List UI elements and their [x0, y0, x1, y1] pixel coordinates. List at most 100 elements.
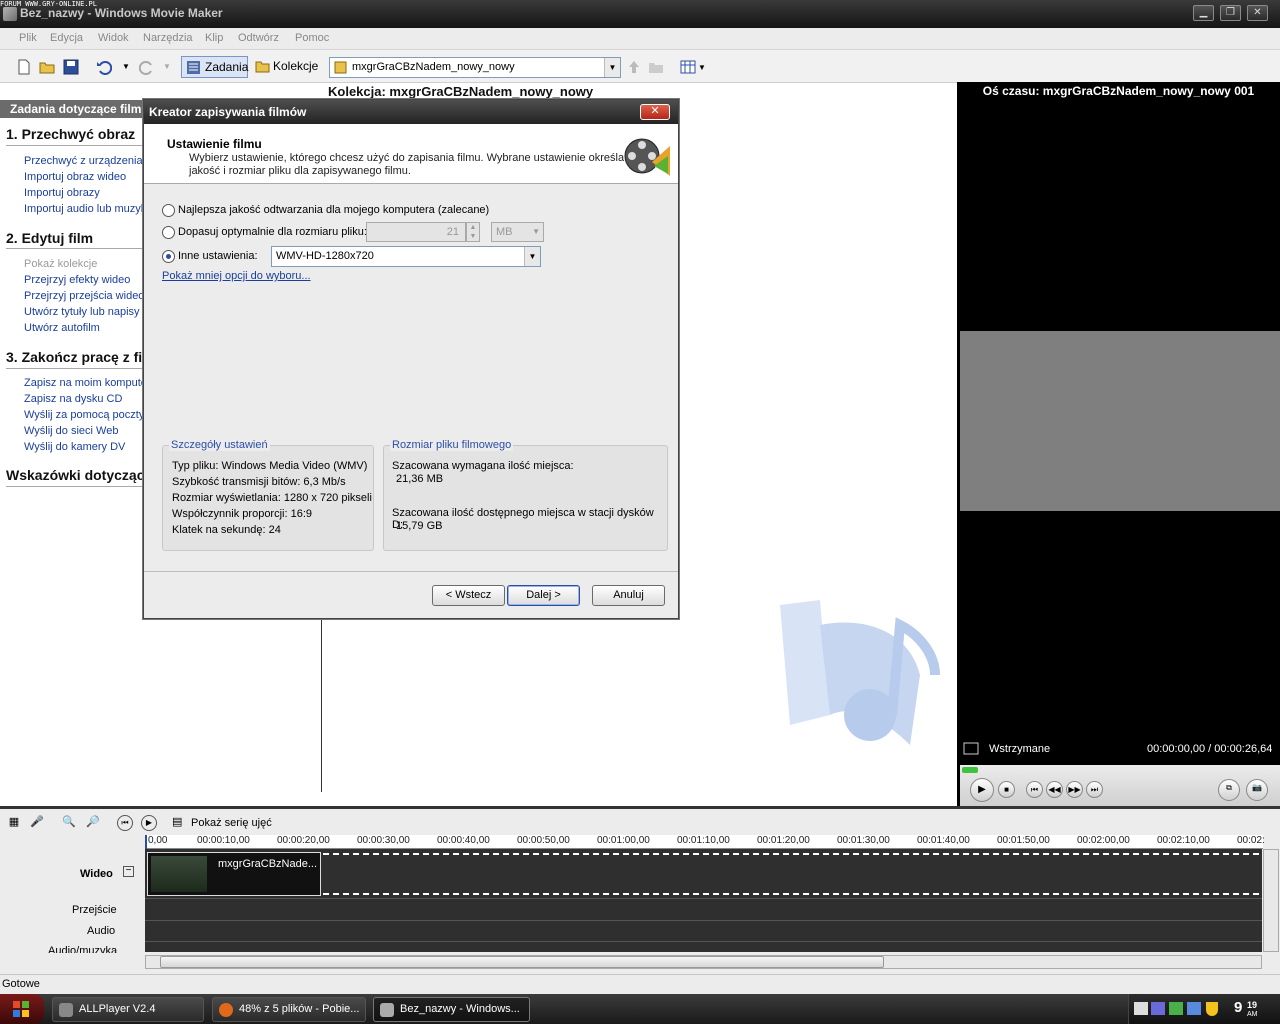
task-allplayer[interactable]: ALLPlayer V2.4	[52, 997, 204, 1022]
menu-edycja[interactable]: Edycja	[50, 32, 83, 44]
allplayer-icon	[59, 1003, 73, 1017]
section-capture-title[interactable]: 1. Przechwyć obraz	[6, 126, 135, 142]
rewind-button[interactable]: ◀◀	[1046, 781, 1063, 798]
redo-icon[interactable]	[139, 59, 155, 75]
scrollbar-thumb[interactable]	[160, 956, 884, 968]
task-capture-device[interactable]: Przechwyć z urządzenia	[24, 155, 143, 167]
task-send-web[interactable]: Wyślij do sieci Web	[24, 425, 118, 437]
collapse-track-icon[interactable]: −	[123, 866, 134, 877]
timeline-vertical-scrollbar[interactable]	[1263, 849, 1279, 952]
next-frame-button[interactable]: ⏭	[1086, 781, 1103, 798]
forward-button[interactable]: ▶▶	[1066, 781, 1083, 798]
seek-slider[interactable]	[962, 767, 978, 773]
fit-size-input[interactable]: 21	[366, 222, 466, 242]
previous-frame-button[interactable]: ⏮	[1026, 781, 1043, 798]
tray-volume-icon[interactable]	[1187, 1002, 1201, 1015]
stop-button[interactable]: ■	[998, 781, 1015, 798]
task-import-video[interactable]: Importuj obraz wideo	[24, 171, 126, 183]
task-view-transitions[interactable]: Przejrzyj przejścia wideo	[24, 290, 144, 302]
play-button[interactable]: ▶	[970, 778, 994, 802]
chevron-down-icon[interactable]: ▼	[524, 247, 540, 266]
section-edit-title[interactable]: 2. Edytuj film	[6, 230, 93, 246]
back-button[interactable]: < Wstecz	[432, 585, 505, 606]
dialog-header: Ustawienie filmu Wybierz ustawienie, któ…	[144, 124, 678, 184]
new-folder-icon[interactable]	[648, 59, 664, 75]
dialog-title-bar[interactable]: Kreator zapisywania filmów ✕	[144, 100, 678, 124]
task-show-collections[interactable]: Pokaż kolekcje	[24, 258, 97, 270]
task-make-automovie[interactable]: Utwórz autofilm	[24, 322, 100, 334]
detail-resolution: Rozmiar wyświetlania: 1280 x 720 pikseli	[172, 492, 372, 504]
shield-icon[interactable]	[1206, 1002, 1218, 1016]
collections-button[interactable]: Kolekcje	[252, 56, 320, 78]
tray-app-icon[interactable]	[1151, 1002, 1165, 1015]
clock-ampm: AM	[1247, 1011, 1258, 1018]
fit-unit-select[interactable]: MB ▼	[491, 222, 544, 242]
tray-network-icon[interactable]	[1134, 1002, 1148, 1015]
views-icon[interactable]	[680, 59, 696, 75]
dialog-close-button[interactable]: ✕	[640, 104, 670, 120]
task-firefox[interactable]: 48% z 5 plików - Pobie...	[212, 997, 366, 1022]
preview-title: Oś czasu: mxgrGraCBzNadem_nowy_nowy 001	[982, 84, 1255, 98]
task-send-email[interactable]: Wyślij za pomocą poczty	[24, 409, 144, 421]
tray-program-icon[interactable]	[1169, 1002, 1183, 1015]
task-view-effects[interactable]: Przejrzyj efekty wideo	[24, 274, 130, 286]
task-save-computer[interactable]: Zapisz na moim komputerze	[24, 377, 162, 389]
option-other-radio[interactable]	[162, 250, 175, 263]
timeline-ruler[interactable]: 0,00 00:00:10,00 00:00:20,00 00:00:30,00…	[145, 835, 1265, 849]
undo-icon[interactable]	[96, 59, 112, 75]
task-send-dv[interactable]: Wyślij do kamery DV	[24, 441, 125, 453]
task-import-pictures[interactable]: Importuj obrazy	[24, 187, 100, 199]
show-fewer-options-link[interactable]: Pokaż mniej opcji do wyboru...	[162, 270, 311, 282]
monitor-icon	[963, 742, 979, 755]
undo-dropdown-icon[interactable]: ▼	[122, 62, 130, 71]
option-other-label[interactable]: Inne ustawienia:	[178, 250, 258, 262]
rewind-timeline-icon[interactable]: ⏮	[117, 815, 133, 831]
next-button[interactable]: Dalej >	[507, 585, 580, 606]
up-level-icon[interactable]	[626, 59, 642, 75]
cancel-button[interactable]: Anuluj	[592, 585, 665, 606]
save-movie-wizard-dialog: Kreator zapisywania filmów ✕ Ustawienie …	[143, 99, 679, 619]
minimize-button[interactable]: ▁	[1193, 5, 1214, 21]
close-button[interactable]: ✕	[1247, 5, 1268, 21]
option-fit-label[interactable]: Dopasuj optymalnie dla rozmiaru pliku:	[178, 226, 367, 238]
task-import-audio[interactable]: Importuj audio lub muzykę	[24, 203, 152, 215]
take-picture-button[interactable]: 📷	[1246, 779, 1268, 801]
zoom-in-icon[interactable]: 🔍	[61, 815, 77, 831]
option-best-radio[interactable]	[162, 204, 175, 217]
menu-plik[interactable]: Plik	[19, 32, 37, 44]
menu-narzedzia[interactable]: Narzędzia	[143, 32, 193, 44]
video-clip[interactable]: mxgrGraCBzNade...	[147, 852, 321, 896]
open-project-icon[interactable]	[39, 59, 55, 75]
menu-pomoc[interactable]: Pomoc	[295, 32, 329, 44]
clip-thumbnail	[151, 856, 207, 892]
new-project-icon[interactable]	[16, 59, 32, 75]
section-tips-title[interactable]: Wskazówki dotyczące	[6, 467, 152, 483]
views-dropdown-icon[interactable]: ▼	[698, 63, 706, 72]
menu-widok[interactable]: Widok	[98, 32, 129, 44]
tasks-button[interactable]: Zadania	[181, 56, 248, 78]
split-clip-button[interactable]: ⧉	[1218, 779, 1240, 801]
task-make-titles[interactable]: Utwórz tytuły lub napisy	[24, 306, 140, 318]
start-button[interactable]	[0, 994, 44, 1024]
collection-combo[interactable]: mxgrGraCBzNadem_nowy_nowy ▼	[329, 57, 621, 78]
chevron-down-icon[interactable]: ▼	[604, 58, 620, 77]
narrate-icon[interactable]: 🎤	[29, 815, 45, 831]
fit-size-spinner[interactable]: ▲ ▼	[466, 222, 480, 242]
maximize-button[interactable]: ❐	[1220, 5, 1241, 21]
save-project-icon[interactable]	[63, 59, 79, 75]
clock-hours[interactable]: 9	[1234, 999, 1242, 1016]
track-audio-label: Audio	[87, 925, 116, 937]
option-best-label[interactable]: Najlepsza jakość odtwarzania dla mojego …	[178, 204, 489, 216]
redo-dropdown-icon[interactable]: ▼	[163, 62, 171, 71]
option-fit-radio[interactable]	[162, 226, 175, 239]
menu-odtworz[interactable]: Odtwórz	[238, 32, 279, 44]
zoom-out-icon[interactable]: 🔎	[85, 815, 101, 831]
play-timeline-icon[interactable]: ▶	[141, 815, 157, 831]
task-movie-maker[interactable]: Bez_nazwy - Windows...	[373, 997, 530, 1022]
menu-klip[interactable]: Klip	[205, 32, 223, 44]
task-save-cd[interactable]: Zapisz na dysku CD	[24, 393, 122, 405]
drop-target-area[interactable]	[323, 853, 1259, 895]
profile-select[interactable]: WMV-HD-1280x720 ▼	[271, 246, 541, 267]
timeline-options-icon[interactable]: ▦	[6, 815, 22, 831]
ruler-tick: 0,00	[148, 835, 168, 846]
